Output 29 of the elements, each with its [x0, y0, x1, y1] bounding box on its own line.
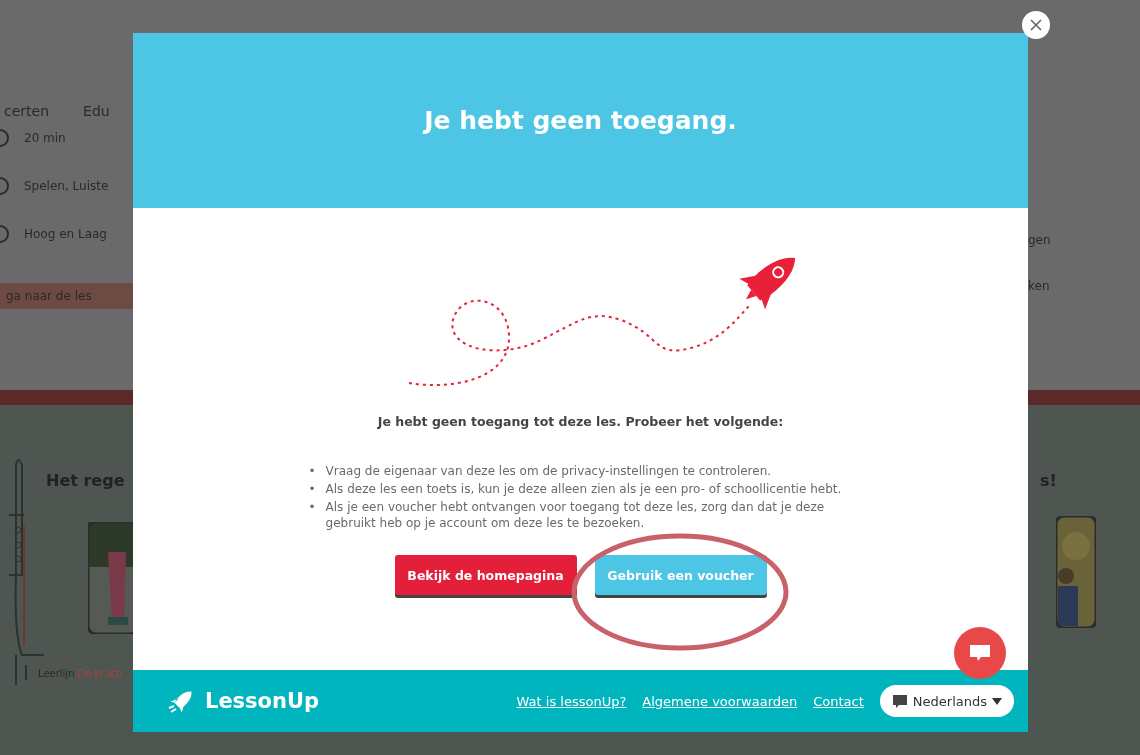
bullet-mark: •: [308, 481, 316, 497]
detail-text: ken: [1028, 279, 1051, 293]
close-icon: [1030, 19, 1042, 31]
detail-text: Hoog en Laag: [24, 227, 107, 241]
detail-text: Spelen, Luiste: [24, 179, 109, 193]
language-select[interactable]: Nederlands: [879, 685, 1014, 717]
detail-text: gen: [1028, 233, 1052, 247]
dialog-message: Je hebt geen toegang tot deze les. Probeer het volgende:: [377, 414, 784, 429]
suggestion-text: Als je een voucher hebt ontvangen voor toegang tot deze les, zorg dan dat je deze gebruikt heb op je account om deze les te bezoeken.: [325, 499, 826, 531]
suggestion-text: Als deze les een toets is, kun je deze alleen zien als je een pro- of schoollicentie hebt.: [325, 481, 842, 497]
series-link[interactable]: De krach: [77, 668, 123, 679]
detail-text: 20 min: [24, 131, 66, 145]
footer-link[interactable]: Contact: [813, 693, 864, 709]
nav-item[interactable]: certen: [4, 103, 50, 119]
footer-link[interactable]: Algemene voorwaarden: [642, 693, 798, 709]
close-button[interactable]: [1022, 11, 1050, 39]
bullet-mark: •: [308, 499, 316, 516]
dialog-button[interactable]: Bekijk de homepagina: [394, 555, 577, 595]
footer-link[interactable]: Wat is lessonUp?: [516, 693, 627, 709]
go-to-lesson-button[interactable]: ga naar de les: [0, 283, 133, 309]
dialog-button[interactable]: Gebruik een voucher: [594, 555, 767, 595]
brand-name: LessonUp: [205, 689, 320, 713]
suggestion-text: Vraag de eigenaar van deze les om de privacy-instellingen te controleren.: [325, 463, 772, 479]
dialog-title: Je hebt geen toegang.: [424, 106, 737, 135]
nav-item[interactable]: Edu: [83, 103, 110, 119]
bullet-mark: •: [308, 463, 316, 479]
chat-icon: [969, 643, 991, 663]
caret-icon: [992, 697, 1002, 705]
speech-icon: [891, 693, 908, 709]
